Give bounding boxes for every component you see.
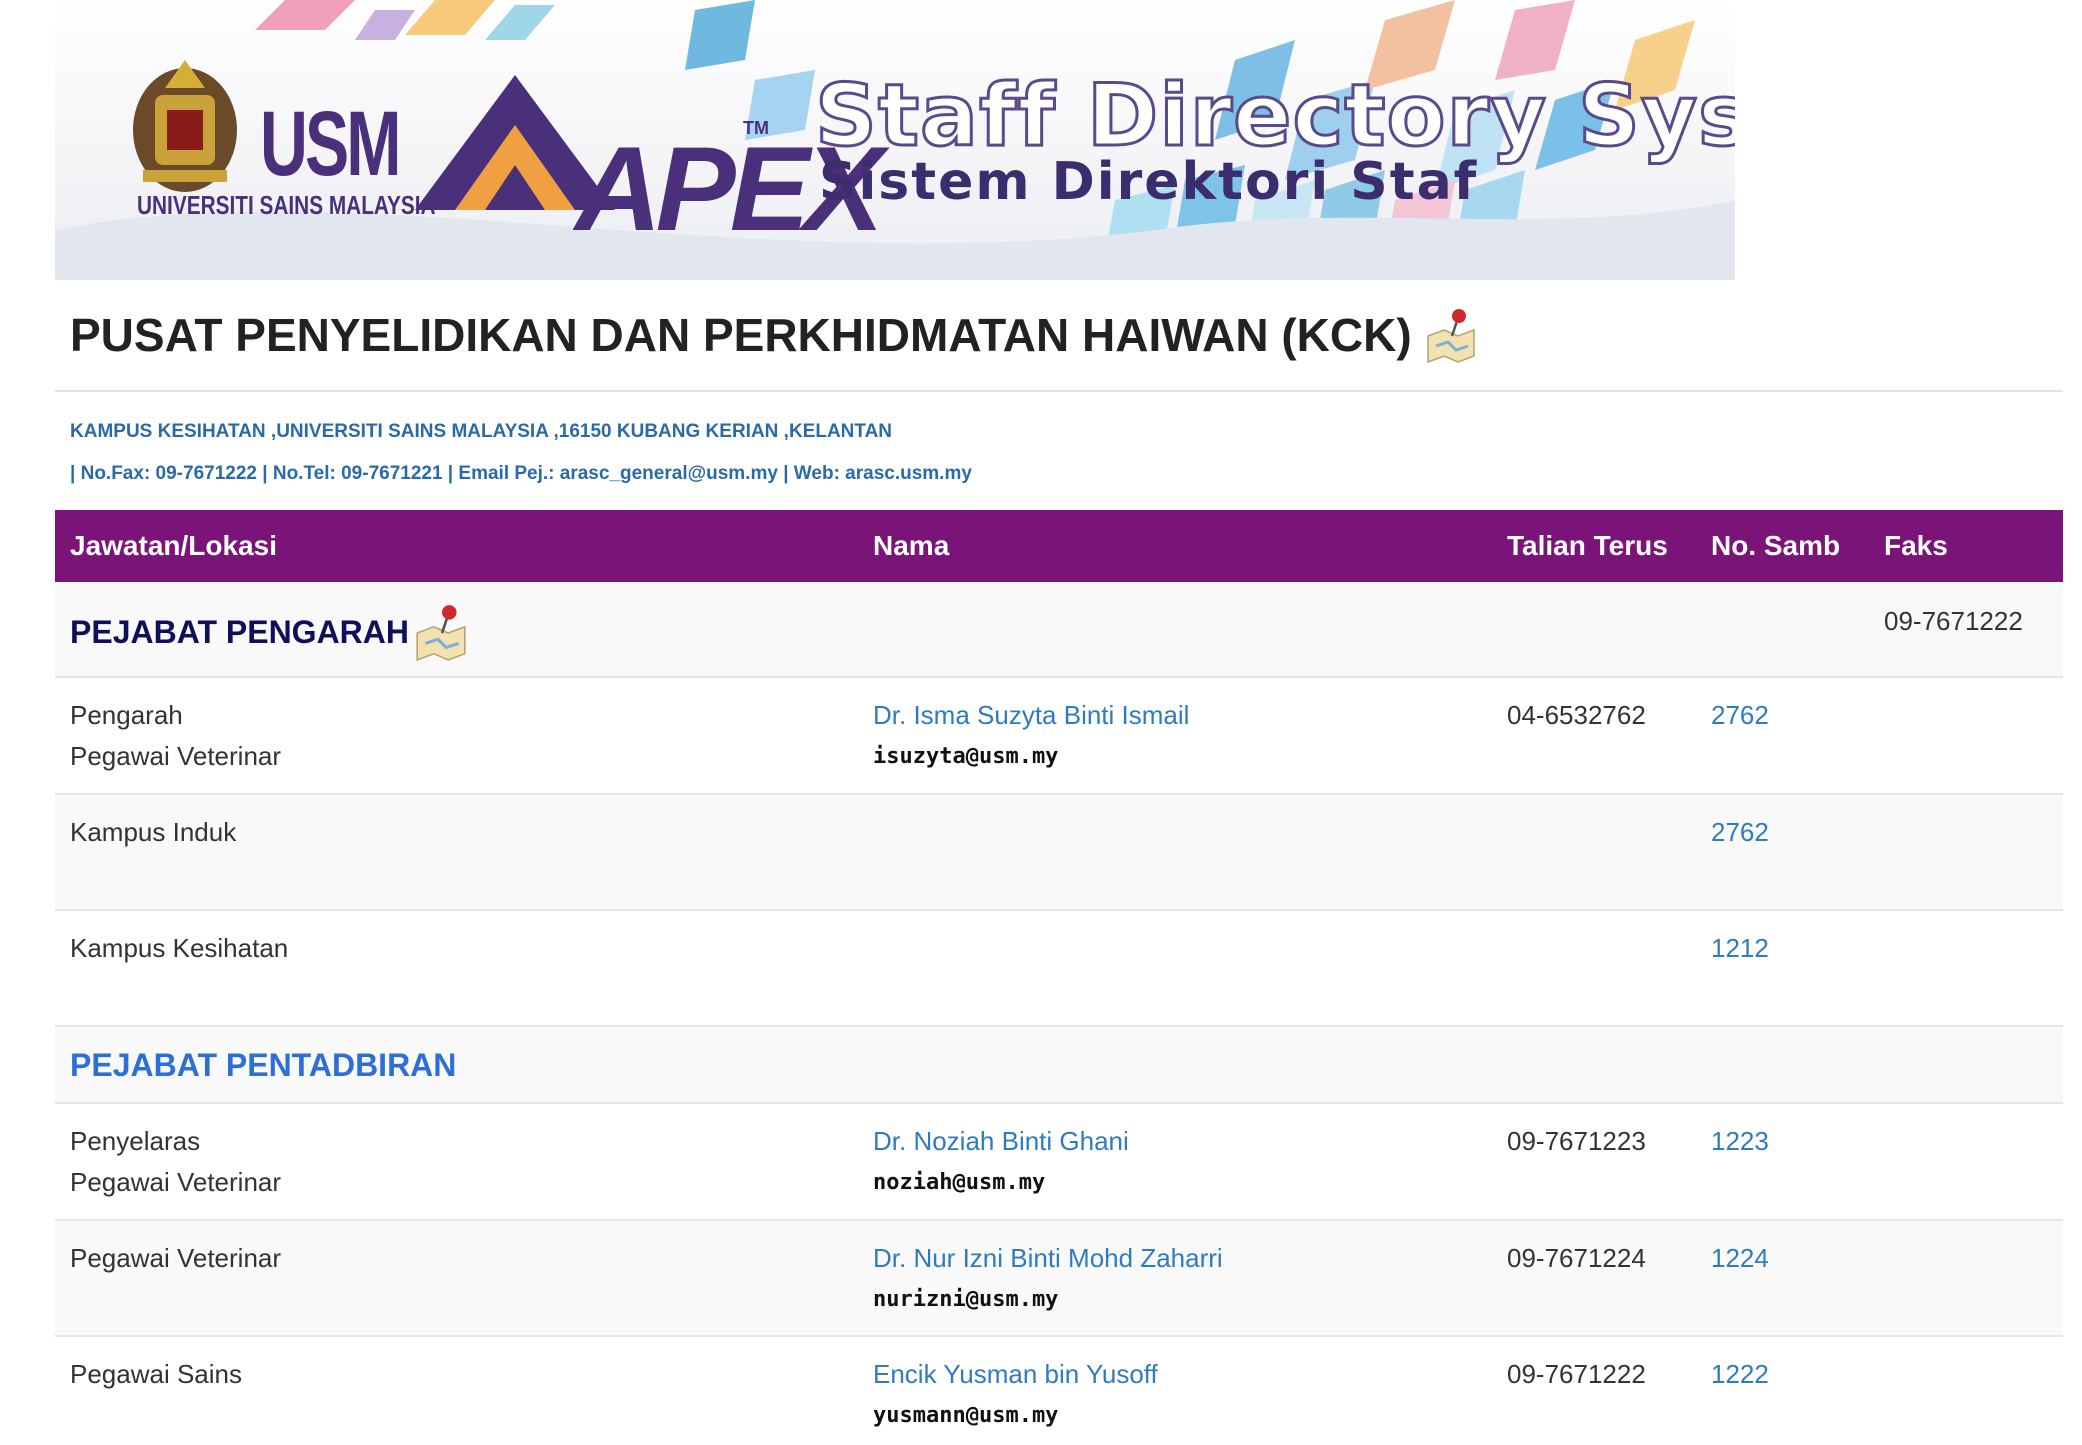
staff-email: noziah@usm.my — [873, 1170, 1046, 1195]
header-nama: Nama — [873, 530, 950, 561]
jawatan-primary: Pengarah — [70, 700, 183, 730]
page-title: PUSAT PENYELIDIKAN DAN PERKHIDMATAN HAIW… — [70, 306, 1480, 364]
usm-logo-text: USM — [260, 93, 401, 195]
extension-link[interactable]: 1222 — [1711, 1359, 1769, 1390]
table-row: Kampus Induk 2762 — [55, 795, 2063, 911]
section-title-pengarah: PEJABAT PENGARAH — [70, 602, 471, 662]
department-name: PUSAT PENYELIDIKAN DAN PERKHIDMATAN HAIW… — [70, 309, 1412, 361]
system-title-malay: Sistem Direktori Staf — [819, 152, 1479, 212]
header-faks: Faks — [1884, 530, 1948, 561]
staff-name-link[interactable]: Dr. Nur Izni Binti Mohd Zaharri — [873, 1243, 1223, 1274]
section-title-pentadbiran[interactable]: PEJABAT PENTADBIRAN — [70, 1047, 456, 1084]
header-jawatan: Jawatan/Lokasi — [70, 530, 277, 561]
department-address: KAMPUS KESIHATAN ,UNIVERSITI SAINS MALAY… — [70, 421, 893, 442]
apex-trademark: TM — [743, 118, 769, 138]
table-header: Jawatan/Lokasi Nama Talian Terus No. Sam… — [55, 510, 2063, 582]
header-talian: Talian Terus — [1507, 530, 1668, 561]
map-pin-icon[interactable] — [1422, 306, 1480, 364]
staff-table: Jawatan/Lokasi Nama Talian Terus No. Sam… — [55, 510, 2063, 1445]
title-divider — [55, 390, 2063, 392]
extension-link[interactable]: 1224 — [1711, 1243, 1769, 1274]
extension-link[interactable]: 1212 — [1711, 933, 1769, 964]
section-row: PEJABAT PENTADBIRAN — [55, 1027, 2063, 1104]
department-contact: | No.Fax: 09-7671222 | No.Tel: 09-767122… — [70, 463, 972, 484]
jawatan-primary: Pegawai Sains — [70, 1359, 242, 1389]
map-pin-icon[interactable] — [411, 602, 471, 662]
header-banner: USM UNIVERSITI SAINS MALAYSIA APEX TM St… — [55, 0, 1735, 280]
staff-name-link[interactable]: Dr. Noziah Binti Ghani — [873, 1126, 1129, 1157]
staff-name-link[interactable]: Dr. Isma Suzyta Binti Ismail — [873, 700, 1189, 731]
extension-link[interactable]: 2762 — [1711, 700, 1769, 731]
talian-terus: 09-7671224 — [1507, 1243, 1646, 1273]
header-samb: No. Samb — [1711, 530, 1841, 561]
jawatan-secondary: Pegawai Veterinar — [70, 741, 282, 771]
usm-crest-icon — [133, 60, 237, 192]
extension-link[interactable]: 2762 — [1711, 817, 1769, 848]
table-row: Kampus Kesihatan 1212 — [55, 911, 2063, 1027]
system-title-english: Staff Directory System — [813, 65, 1735, 168]
page: USM UNIVERSITI SAINS MALAYSIA APEX TM St… — [0, 0, 2082, 1445]
usm-logo-subtitle: UNIVERSITI SAINS MALAYSIA — [137, 190, 436, 220]
staff-email: yusmann@usm.my — [873, 1403, 1059, 1428]
talian-terus: 09-7671223 — [1507, 1126, 1646, 1156]
talian-terus: 09-7671222 — [1507, 1359, 1646, 1389]
staff-email: isuzyta@usm.my — [873, 744, 1059, 769]
table-row: Pegawai Veterinar Dr. Nur Izni Binti Moh… — [55, 1221, 2063, 1337]
jawatan-primary: Penyelaras — [70, 1126, 201, 1156]
extension-link[interactable]: 1223 — [1711, 1126, 1769, 1157]
jawatan-primary: Pegawai Veterinar — [70, 1243, 282, 1273]
jawatan-primary: Kampus Induk — [70, 817, 237, 847]
section-row: PEJABAT PENGARAH 09-7671222 — [55, 582, 2063, 678]
staff-email: nurizni@usm.my — [873, 1287, 1059, 1312]
table-row: Penyelaras Pegawai Veterinar Dr. Noziah … — [55, 1104, 2063, 1221]
section-faks: 09-7671222 — [1884, 606, 2023, 636]
table-row: Pengarah Pegawai Veterinar Dr. Isma Suzy… — [55, 678, 2063, 795]
table-row: Pegawai Sains Encik Yusman bin Yusoff yu… — [55, 1337, 2063, 1445]
talian-terus: 04-6532762 — [1507, 700, 1646, 730]
jawatan-secondary: Pegawai Veterinar — [70, 1167, 282, 1197]
section-title-text: PEJABAT PENGARAH — [70, 613, 409, 650]
staff-name-link[interactable]: Encik Yusman bin Yusoff — [873, 1359, 1158, 1390]
jawatan-primary: Kampus Kesihatan — [70, 933, 289, 963]
